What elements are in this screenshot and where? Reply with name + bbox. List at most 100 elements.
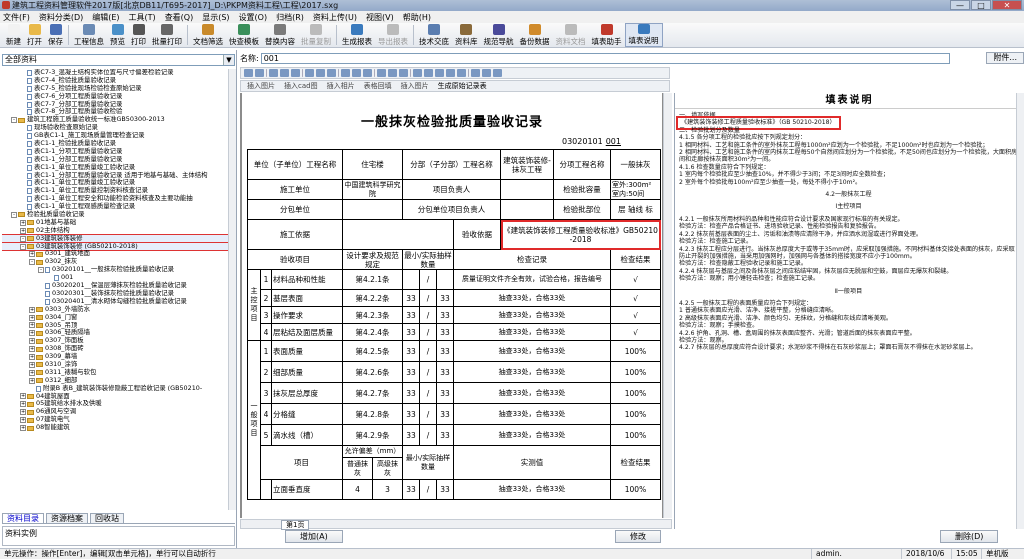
record[interactable]: 抽查33处，合格33处 (453, 479, 611, 500)
toolbar-button-5[interactable]: 预览 (107, 23, 128, 47)
align-left-icon[interactable] (377, 69, 386, 77)
contractor-value[interactable]: 中国建筑科学研究院 (342, 179, 403, 200)
expand-toggle-icon[interactable]: + (29, 314, 35, 321)
min-sample[interactable]: 33 (402, 306, 420, 324)
capacity-value[interactable]: 室外:300m² 室内:50间 (610, 179, 661, 200)
expand-toggle-icon[interactable]: - (20, 243, 26, 250)
min-sample[interactable]: 33 (402, 323, 420, 341)
expand-toggle-icon[interactable]: + (29, 330, 35, 337)
expand-toggle-icon[interactable]: - (29, 259, 35, 266)
cut-icon[interactable] (269, 69, 278, 77)
add-button[interactable]: 增加(A) (285, 529, 343, 543)
toolbar-button-1[interactable]: 打开 (24, 23, 45, 47)
result[interactable]: 100% (610, 382, 661, 404)
menu-item-3[interactable]: 工具(T) (129, 12, 156, 23)
form-serial[interactable]: 001 (606, 137, 621, 146)
tree-node[interactable]: 03020401__清水砌体勾缝检验批质量验收记录 (2, 297, 228, 306)
actual-sample[interactable]: 33 (436, 289, 454, 307)
actual-sample[interactable]: 33 (436, 306, 454, 324)
record[interactable]: 抽查33处，合格33处 (453, 382, 611, 404)
min-sample[interactable] (402, 269, 420, 290)
align-right-icon[interactable] (399, 69, 408, 77)
record[interactable]: 抽查33处，合格33处 (453, 424, 611, 446)
menu-item-6[interactable]: 设置(O) (239, 12, 268, 23)
expand-toggle-icon[interactable]: + (29, 346, 35, 353)
bold-icon[interactable] (341, 69, 350, 77)
toolbar-button-7[interactable]: 批量打印 (149, 23, 185, 47)
expand-toggle-icon[interactable]: + (20, 417, 26, 424)
high-tolerance[interactable]: 3 (372, 479, 403, 500)
generate-record-button[interactable]: 生成原始记录表 (438, 81, 487, 91)
menu-item-4[interactable]: 查看(Q) (165, 12, 194, 23)
toolbar-button-10[interactable]: 快查模板 (226, 23, 262, 47)
table-icon[interactable] (471, 69, 480, 77)
tree-scrollbar[interactable] (228, 69, 236, 510)
record[interactable]: 抽查33处，合格33处 (453, 306, 611, 324)
actual-sample[interactable]: 33 (436, 340, 454, 362)
toolbar-button-2[interactable]: 保存 (45, 23, 66, 47)
paste-icon[interactable] (291, 69, 300, 77)
tab-resources[interactable]: 资源档案 (46, 513, 88, 523)
basis-value[interactable] (342, 219, 454, 250)
maximize-button[interactable]: □ (971, 0, 991, 10)
result[interactable]: 100% (610, 403, 661, 425)
record[interactable]: 抽查33处，合格33处 (453, 323, 611, 341)
underline-icon[interactable] (363, 69, 372, 77)
align-center-icon[interactable] (388, 69, 397, 77)
tab-recycle[interactable]: 回收站 (90, 513, 124, 523)
record[interactable]: 抽查33处，合格33处 (453, 361, 611, 383)
find-icon[interactable] (327, 69, 336, 77)
min-sample[interactable]: 33 (402, 382, 420, 404)
expand-toggle-icon[interactable]: + (29, 377, 35, 384)
expand-toggle-icon[interactable]: + (20, 393, 26, 400)
expand-toggle-icon[interactable]: + (29, 306, 35, 313)
menu-item-2[interactable]: 编辑(E) (92, 12, 119, 23)
expand-toggle-icon[interactable]: - (20, 235, 26, 242)
result[interactable]: √ (610, 306, 661, 324)
fill-color-icon[interactable] (457, 69, 466, 77)
min-sample[interactable]: 33 (402, 361, 420, 383)
expand-toggle-icon[interactable]: + (29, 361, 35, 368)
toolbar-button-4[interactable]: 工程信息 (71, 23, 107, 47)
tree-node[interactable]: +0301_建筑地面 (2, 250, 228, 258)
expand-toggle-icon[interactable]: + (29, 354, 35, 360)
tree-node[interactable]: -03建筑装饰装修 (GB50210-2018) (2, 241, 228, 252)
min-sample[interactable]: 33 (402, 424, 420, 446)
expand-toggle-icon[interactable]: + (29, 322, 35, 329)
merge-cells-icon[interactable] (413, 69, 422, 77)
font-color-icon[interactable] (446, 69, 455, 77)
toolbar-button-17[interactable]: 技术交底 (416, 23, 452, 47)
subcontractor-value[interactable] (342, 199, 403, 220)
actual-sample[interactable]: 33 (436, 403, 454, 425)
toolbar-button-14[interactable]: 生成报表 (339, 23, 375, 47)
record[interactable]: 抽查33处，合格33处 (453, 403, 611, 425)
pm-value[interactable] (500, 179, 554, 200)
delete-button[interactable]: 删除(D) (940, 529, 999, 543)
tree-node[interactable]: -03020101__一般抹灰检验批质量验收记录 (2, 265, 228, 274)
expand-toggle-icon[interactable]: + (20, 227, 26, 234)
modify-button[interactable]: 修改 (615, 529, 661, 543)
accept-value[interactable]: 《建筑装饰装修工程质量验收标准》GB50210-2018 (500, 219, 661, 250)
min-sample[interactable]: 33 (402, 289, 420, 307)
result[interactable]: 100% (610, 361, 661, 383)
name-input[interactable]: 001 (260, 52, 951, 64)
chevron-down-icon[interactable]: ▼ (223, 55, 234, 65)
result[interactable]: 100% (610, 479, 661, 500)
insert-image-button[interactable]: 插入图片 (247, 81, 275, 91)
expand-toggle-icon[interactable]: + (29, 338, 35, 345)
expand-toggle-icon[interactable]: + (20, 401, 26, 408)
record[interactable]: 质量证明文件齐全有效，试验合格，报告编号 (453, 269, 611, 290)
actual-sample[interactable]: 33 (436, 479, 454, 500)
expand-toggle-icon[interactable]: + (29, 251, 35, 258)
record[interactable]: 抽查33处，合格33处 (453, 289, 611, 307)
toolbar-button-20[interactable]: 备份数据 (517, 23, 553, 47)
expand-toggle-icon[interactable]: + (29, 369, 35, 376)
unit-value[interactable]: 住宅楼 (342, 149, 403, 180)
result[interactable]: 100% (610, 340, 661, 362)
expand-toggle-icon[interactable]: - (11, 117, 17, 124)
min-sample[interactable]: 33 (402, 403, 420, 425)
border-icon[interactable] (435, 69, 444, 77)
toolbar-button-18[interactable]: 资料库 (452, 23, 481, 47)
minimize-button[interactable]: — (950, 0, 970, 10)
toolbar-button-6[interactable]: 打印 (128, 23, 149, 47)
